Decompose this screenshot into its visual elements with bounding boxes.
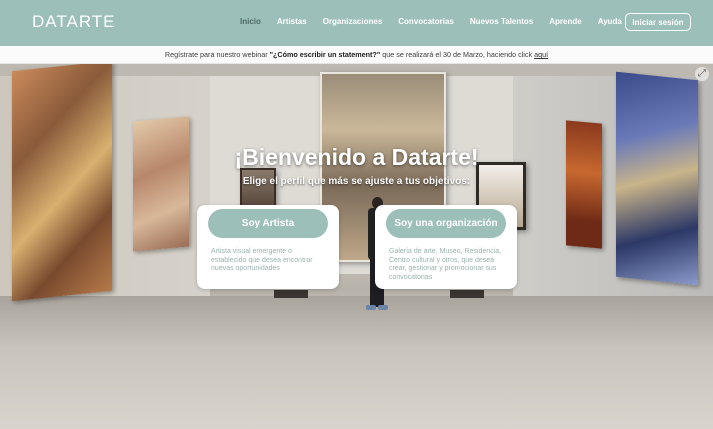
organization-description: Galería de arte, Museo, Residencia, Cent…: [389, 248, 502, 281]
nav-organizaciones[interactable]: Organizaciones: [323, 17, 383, 26]
login-button[interactable]: Iniciar sesión: [625, 13, 691, 31]
visitor-shoe-right: [378, 305, 388, 310]
artist-description: Artista visual emergente o establecido q…: [211, 248, 313, 272]
nav-nuevos-talentos[interactable]: Nuevos Talentos: [470, 17, 533, 26]
hero-title: ¡Bienvenido a Datarte!: [234, 144, 479, 170]
announcement-prefix: Regístrate para nuestro webinar: [164, 50, 270, 59]
announcement-link[interactable]: aquí: [534, 50, 548, 59]
artist-profile-card: Soy Artista Artista visual emergente o e…: [197, 205, 339, 289]
nav-convocatorias[interactable]: Convocatorias: [398, 17, 454, 26]
top-navbar: DATARTE Inicio Artistas Organizaciones C…: [0, 0, 713, 46]
nav-aprende[interactable]: Aprende: [549, 17, 581, 26]
gallery-floor: [0, 296, 713, 429]
pedestal-right: [450, 290, 484, 298]
main-nav: Inicio Artistas Organizaciones Convocato…: [240, 17, 638, 26]
nav-ayuda[interactable]: Ayuda: [598, 17, 622, 26]
announcement-bar: Regístrate para nuestro webinar "¿Cómo e…: [0, 46, 713, 64]
soy-organizacion-button[interactable]: Soy una organización: [386, 209, 506, 238]
announcement-middle: que se realizará el 30 de Marzo, haciend…: [380, 50, 535, 59]
nav-inicio[interactable]: Inicio: [240, 17, 261, 26]
hero-subtitle: Elige el perfil que más se ajuste a tus …: [242, 176, 471, 187]
soy-artista-button[interactable]: Soy Artista: [208, 209, 328, 238]
pedestal-left: [274, 290, 308, 298]
expand-icon[interactable]: ⤢: [695, 67, 709, 81]
hero-section: ⤢ ¡Bienvenido a Datarte! Elige el perfil…: [0, 64, 713, 429]
nav-artistas[interactable]: Artistas: [277, 17, 307, 26]
visitor-shoe-left: [366, 305, 376, 310]
organization-profile-card: Soy una organización Galería de arte, Mu…: [375, 205, 517, 289]
announcement-webinar-title: "¿Cómo escribir un statement?": [269, 50, 381, 59]
datarte-logo[interactable]: DATARTE: [32, 12, 116, 32]
